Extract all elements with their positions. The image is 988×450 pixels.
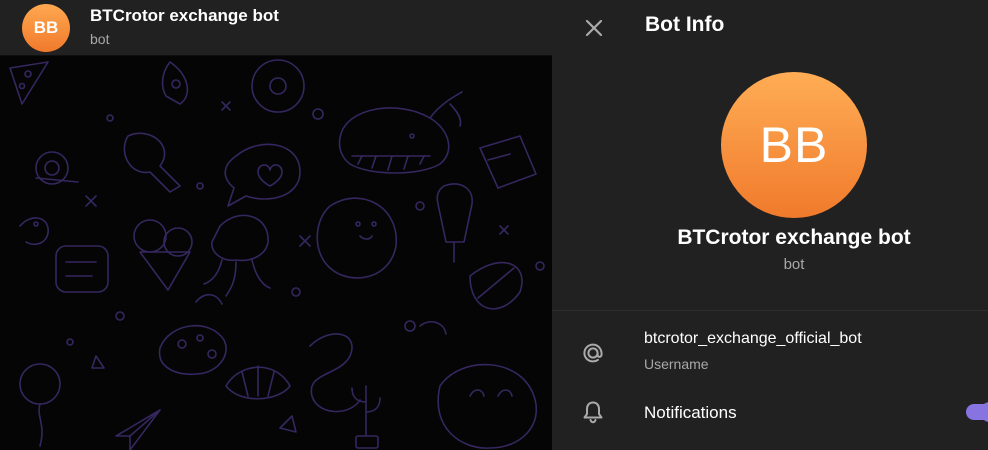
divider [552,310,988,311]
chat-title: BTCrotor exchange bot [90,6,279,25]
profile-avatar[interactable]: BB [721,72,867,218]
chat-header[interactable]: BB BTCrotor exchange bot bot [0,0,552,56]
chat-area: BB BTCrotor exchange bot bot [0,0,552,450]
info-title: Bot Info [645,13,725,36]
username-value[interactable]: btcrotor_exchange_official_bot [644,330,862,348]
doodle-pattern [9,59,545,450]
chat-avatar[interactable]: BB [22,3,70,52]
at-sign-icon [578,338,608,368]
notifications-toggle[interactable] [966,402,988,422]
toggle-knob [980,402,988,422]
close-icon [585,19,603,37]
username-label: Username [644,356,709,372]
close-button[interactable] [574,8,614,48]
info-header: Bot Info [552,0,988,56]
profile-name: BTCrotor exchange bot [677,226,911,249]
notifications-label: Notifications [644,403,737,422]
bell-icon [578,397,608,427]
chat-background-pattern [0,56,552,450]
profile-status: bot [783,256,805,273]
chat-subtitle: bot [90,31,110,47]
bot-info-panel: Bot Info BB BTCrotor exchange bot bot bt… [552,0,988,450]
chat-header-text: BTCrotor exchange bot bot [90,6,279,49]
